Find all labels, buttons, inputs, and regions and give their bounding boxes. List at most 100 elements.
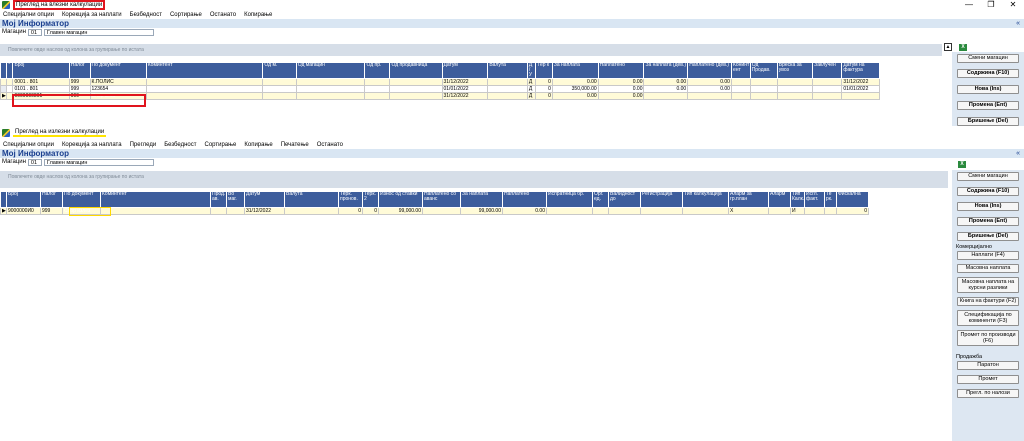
table-cell[interactable]: 99,000.00 bbox=[460, 207, 503, 215]
store-name-field[interactable]: Главен магацин bbox=[43, 158, 154, 166]
store-code-field[interactable]: 01 bbox=[27, 28, 42, 36]
menu-printing[interactable]: Печатење bbox=[281, 142, 309, 148]
collapse-icon[interactable]: « bbox=[1016, 150, 1020, 157]
table-cell[interactable]: 99,000.00 bbox=[378, 207, 423, 215]
table-cell[interactable] bbox=[768, 207, 791, 215]
table-cell[interactable] bbox=[804, 207, 825, 215]
table-cell[interactable]: 0.00 bbox=[687, 85, 732, 93]
column-header[interactable]: Износ од ставки bbox=[378, 191, 423, 208]
table-cell[interactable]: 9000000И0 bbox=[6, 207, 41, 215]
table-cell[interactable] bbox=[682, 207, 729, 215]
table-cell[interactable] bbox=[730, 78, 751, 86]
menu-reviews[interactable]: Прегледи bbox=[130, 142, 157, 148]
table-cell[interactable] bbox=[824, 207, 837, 215]
column-header[interactable]: Исгл. факт. bbox=[804, 191, 825, 208]
table-cell[interactable]: 350,000.00 bbox=[551, 85, 599, 93]
table-cell[interactable]: 0 bbox=[535, 92, 553, 100]
column-header[interactable]: Валута bbox=[487, 62, 528, 79]
store-code-field[interactable]: 01 bbox=[27, 158, 42, 166]
column-header[interactable]: Во маг. bbox=[226, 191, 245, 208]
column-header[interactable]: Валута bbox=[284, 191, 339, 208]
table-cell[interactable]: 31/12/2022 bbox=[841, 78, 880, 86]
scroll-up-icon[interactable]: ▲ bbox=[944, 43, 952, 51]
table-cell[interactable]: И bbox=[790, 207, 805, 215]
table-cell[interactable]: Д bbox=[526, 85, 537, 93]
menu-sorting[interactable]: Сортирање bbox=[205, 142, 237, 148]
table-cell[interactable] bbox=[262, 78, 297, 86]
excel-export-icon[interactable]: X bbox=[958, 161, 966, 168]
column-header[interactable]: По документ bbox=[62, 191, 101, 208]
collapse-icon[interactable]: « bbox=[1016, 20, 1020, 27]
table-cell[interactable] bbox=[487, 85, 528, 93]
table-cell[interactable]: 01/01/2022 bbox=[841, 85, 880, 93]
table-cell[interactable]: К.ПОЛИС bbox=[89, 78, 147, 86]
column-header[interactable]: Орг. ед. bbox=[592, 191, 609, 208]
table-cell[interactable]: 999 bbox=[68, 78, 91, 86]
column-header[interactable]: Налог bbox=[40, 191, 63, 208]
table-cell[interactable] bbox=[812, 85, 843, 93]
column-header[interactable]: Те рк. bbox=[824, 191, 837, 208]
table-cell[interactable] bbox=[364, 85, 391, 93]
column-header[interactable]: Датум bbox=[244, 191, 285, 208]
table-cell[interactable] bbox=[226, 207, 245, 215]
column-header[interactable]: По документ bbox=[89, 62, 147, 79]
table-cell[interactable] bbox=[841, 92, 880, 100]
column-header[interactable]: Аларм bbox=[768, 191, 791, 208]
table-cell[interactable] bbox=[730, 85, 751, 93]
column-header[interactable]: Аларм за гр.план bbox=[728, 191, 769, 208]
table-row[interactable]: 0001 . 801 999 К.ПОЛИС 31/12/2022 Д 0 0.00 0.00… bbox=[0, 78, 880, 86]
turnover-button[interactable]: Промет bbox=[957, 375, 1019, 384]
menu-copying[interactable]: Копирање bbox=[244, 12, 272, 18]
table-cell[interactable]: 999 bbox=[40, 207, 63, 215]
table-cell[interactable]: 999 bbox=[68, 85, 91, 93]
grouping-area[interactable]: Повлечете овде наслов од колона за групи… bbox=[0, 171, 948, 188]
menu-copying[interactable]: Копирање bbox=[244, 142, 272, 148]
payments-button[interactable]: Наплати (F4) bbox=[957, 251, 1019, 260]
column-header[interactable]: Прод. ав. bbox=[210, 191, 227, 208]
column-header[interactable]: Д / У bbox=[526, 62, 537, 79]
invoice-book-button[interactable]: Книга на фактури (F2) bbox=[957, 297, 1019, 306]
table-cell[interactable]: 0.00 bbox=[597, 92, 645, 100]
change-store-button[interactable]: Смени магацин bbox=[957, 54, 1019, 63]
table-cell[interactable] bbox=[389, 85, 443, 93]
table-cell[interactable]: 0.00 bbox=[551, 78, 599, 86]
menu-security[interactable]: Безбедност bbox=[130, 12, 162, 18]
table-cell[interactable] bbox=[812, 92, 843, 100]
table-cell[interactable] bbox=[422, 207, 461, 215]
menu-sorting[interactable]: Сортирање bbox=[170, 12, 202, 18]
table-cell[interactable] bbox=[812, 78, 843, 86]
table-cell[interactable]: 01/01/2022 bbox=[441, 85, 489, 93]
review-by-orders-button[interactable]: Прегл. по налози bbox=[957, 389, 1019, 398]
table-cell[interactable]: Д bbox=[526, 78, 537, 86]
table-cell[interactable]: Д bbox=[526, 92, 537, 100]
table-cell[interactable]: 0.00 bbox=[643, 85, 689, 93]
delete-button[interactable]: Бришење (Del) bbox=[957, 117, 1019, 126]
edit-button[interactable]: Промена (Ent) bbox=[957, 217, 1019, 226]
menu-security[interactable]: Безбедност bbox=[164, 142, 196, 148]
table-cell[interactable] bbox=[389, 92, 443, 100]
mass-payment-exchange-button[interactable]: Масовна наплата на курсни разлики bbox=[957, 277, 1019, 293]
column-header[interactable]: Коминтент bbox=[145, 62, 264, 79]
table-cell[interactable] bbox=[487, 92, 528, 100]
menu-payment-correction[interactable]: Корекција за наплати bbox=[62, 12, 122, 18]
table-cell[interactable] bbox=[100, 207, 211, 215]
product-turnover-button[interactable]: Промет по производи (F6) bbox=[957, 330, 1019, 346]
column-header[interactable]: Терк. 2 bbox=[362, 191, 379, 208]
table-cell[interactable] bbox=[145, 92, 264, 100]
table-cell[interactable] bbox=[210, 207, 227, 215]
table-cell[interactable] bbox=[776, 92, 814, 100]
column-header[interactable]: Вреска за увоз bbox=[776, 62, 814, 79]
column-header[interactable]: Регистрација bbox=[640, 191, 683, 208]
menu-other[interactable]: Останато bbox=[317, 142, 343, 148]
table-cell[interactable] bbox=[364, 92, 391, 100]
table-cell[interactable] bbox=[389, 78, 443, 86]
new-button[interactable]: Нова (Ins) bbox=[957, 85, 1019, 94]
table-cell[interactable]: 0 bbox=[338, 207, 363, 215]
table-cell[interactable] bbox=[592, 207, 609, 215]
column-header[interactable]: Терк. пронов. bbox=[338, 191, 363, 208]
table-cell[interactable]: 0.00 bbox=[643, 78, 689, 86]
column-header[interactable]: Валидност до bbox=[608, 191, 641, 208]
menu-special-options[interactable]: Специјални опции bbox=[3, 12, 54, 18]
menu-other[interactable]: Останато bbox=[210, 12, 236, 18]
table-cell[interactable] bbox=[145, 85, 264, 93]
